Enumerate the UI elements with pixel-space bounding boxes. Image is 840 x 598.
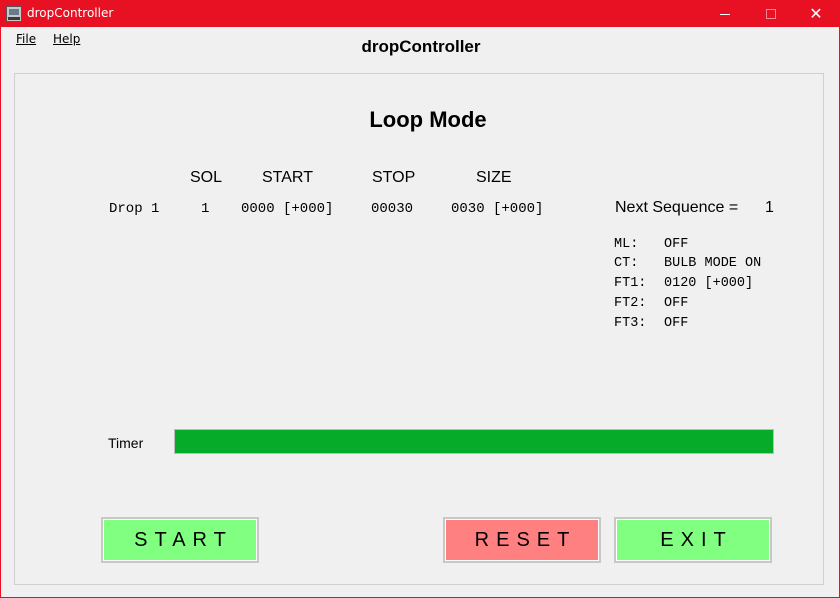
timer-progress-bar	[174, 429, 774, 454]
reset-button-label: RESET	[474, 528, 577, 551]
drop-size: 0030 [+000]	[451, 201, 544, 217]
start-button-label: START	[134, 528, 233, 551]
status-value: OFF	[664, 237, 689, 252]
window-title: dropController	[27, 6, 114, 20]
title-bar[interactable]: dropController ✕	[1, 1, 839, 27]
status-key: FT1:	[614, 276, 647, 291]
status-value: OFF	[664, 296, 689, 311]
minimize-button[interactable]	[702, 1, 748, 27]
status-key: FT3:	[614, 316, 647, 331]
minimize-icon	[720, 13, 730, 15]
exit-button[interactable]: EXIT	[614, 517, 772, 563]
header-start: START	[262, 169, 313, 186]
app-window: dropController ✕ File Help dropControlle…	[0, 0, 840, 598]
timer-progress-fill	[175, 430, 773, 453]
header-sol: SOL	[190, 169, 223, 186]
maximize-icon	[766, 9, 776, 19]
timer-label: Timer	[108, 435, 144, 451]
drop-sol: 1	[201, 201, 210, 217]
app-title: dropController	[361, 37, 481, 56]
start-button[interactable]: START	[101, 517, 259, 563]
status-key: FT2:	[614, 296, 647, 311]
next-sequence-value: 1	[765, 199, 774, 216]
mode-title: Loop Mode	[369, 107, 487, 132]
reset-button[interactable]: RESET	[443, 517, 601, 563]
status-value: 0120 [+000]	[664, 276, 754, 291]
main-panel	[14, 73, 824, 585]
close-icon: ✕	[809, 4, 823, 23]
drop-stop: 00030	[371, 201, 414, 217]
header-stop: STOP	[372, 169, 416, 186]
status-value: OFF	[664, 316, 689, 331]
maximize-button[interactable]	[748, 1, 794, 27]
next-sequence-label: Next Sequence =	[615, 199, 739, 216]
next-sequence: Next Sequence = 1	[615, 199, 774, 217]
drop-start: 0000 [+000]	[241, 201, 334, 217]
status-value: BULB MODE ON	[664, 256, 762, 271]
header-size: SIZE	[476, 169, 512, 186]
app-icon	[6, 6, 22, 22]
exit-button-label: EXIT	[660, 528, 733, 551]
status-key: CT:	[614, 256, 639, 271]
status-key: ML:	[614, 237, 639, 252]
drop-name: Drop 1	[109, 201, 160, 217]
close-button[interactable]: ✕	[793, 1, 839, 27]
